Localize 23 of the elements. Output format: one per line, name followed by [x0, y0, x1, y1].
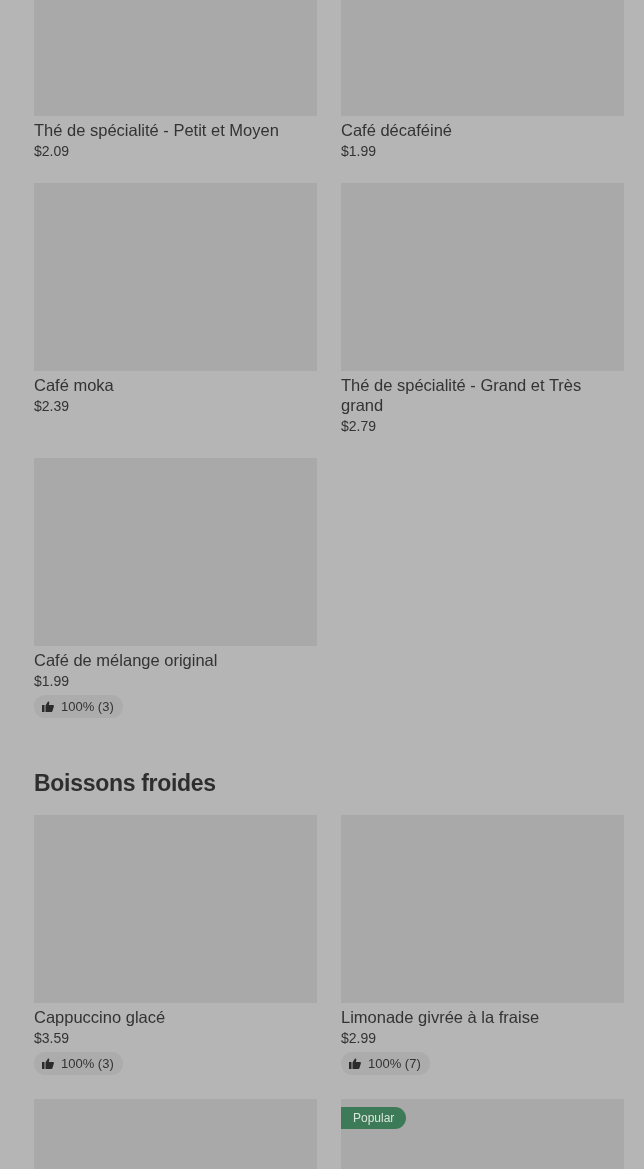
item-name[interactable]: Cappuccino glacé — [34, 1007, 317, 1027]
thumbs-up-icon — [349, 1058, 361, 1069]
popular-badge: Popular — [341, 1107, 407, 1129]
item-name[interactable]: Limonade givrée à la fraise — [341, 1007, 624, 1027]
item-name[interactable]: Café décaféiné — [341, 120, 624, 140]
rating-text: 100% (7) — [368, 1056, 421, 1071]
item-price: $2.39 — [34, 398, 71, 414]
item-name[interactable]: Thé de spécialité - Grand et Très grand — [341, 375, 624, 415]
rating-text: 100% (3) — [61, 699, 114, 714]
item-price: $2.79 — [341, 418, 378, 434]
item-name[interactable]: Café moka — [34, 375, 317, 395]
item-name[interactable]: Thé de spécialité - Petit et Moyen — [34, 120, 317, 140]
image-placeholder[interactable]: Popular — [341, 1099, 624, 1169]
item-name[interactable]: Café de mélange original — [34, 650, 317, 670]
item-price: $3.59 — [34, 1030, 71, 1046]
rating-text: 100% (3) — [61, 1056, 114, 1071]
item-price: $2.09 — [34, 143, 71, 159]
thumbs-up-icon — [42, 1058, 54, 1069]
item-price: $1.99 — [341, 143, 378, 159]
item-price: $1.99 — [34, 673, 71, 689]
item-price: $2.99 — [341, 1030, 378, 1046]
thumbs-up-icon — [42, 701, 54, 712]
section-heading: Boissons froides — [34, 770, 217, 797]
